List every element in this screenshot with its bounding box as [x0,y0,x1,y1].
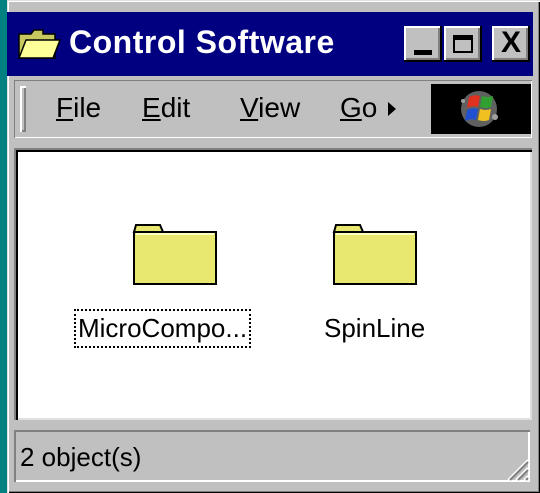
title-bar[interactable]: Control Software X [7,12,533,76]
folder-label: MicroCompo... [73,309,252,348]
menu-go[interactable]: Go [340,92,382,124]
menu-go-label: o [361,92,378,123]
desktop-edge [0,0,7,493]
status-panel: 2 object(s) [14,430,530,482]
menu-file[interactable]: File [56,92,101,124]
menu-view-accelerator: V [240,92,259,123]
menu-file-label: ile [73,92,102,123]
menu-go-accelerator: G [340,92,362,123]
resize-grip-icon[interactable] [504,456,530,482]
chevron-right-icon[interactable] [388,102,396,116]
menu-view-label: iew [258,92,301,123]
folder-icon [132,224,217,285]
close-icon: X [500,26,521,59]
folder-icon [332,224,417,285]
open-folder-icon [17,29,61,59]
status-bar: 2 object(s) [14,426,532,486]
menu-bar: File Edit View Go [14,80,532,138]
folder-item-microcompo[interactable]: MicroCompo... [72,218,282,358]
close-button[interactable]: X [492,26,530,62]
menu-edit[interactable]: Edit [142,92,190,124]
status-text: 2 object(s) [20,442,142,472]
menu-view[interactable]: View [240,92,300,124]
file-list-view[interactable]: MicroCompo... SpinLine [14,148,532,420]
folder-item-spinline[interactable]: SpinLine [310,218,460,358]
throbber [431,84,531,134]
maximize-button[interactable] [444,26,482,62]
toolbar-grip[interactable] [20,86,26,132]
minimize-icon [414,49,432,55]
menu-file-accelerator: F [56,92,74,123]
window-title: Control Software [69,24,335,60]
windows-logo-icon [461,91,498,127]
menu-edit-accelerator: E [142,92,161,123]
menu-edit-label: dit [160,92,191,123]
minimize-button[interactable] [404,26,442,62]
folder-label: SpinLine [324,313,426,343]
maximize-icon [453,35,473,53]
